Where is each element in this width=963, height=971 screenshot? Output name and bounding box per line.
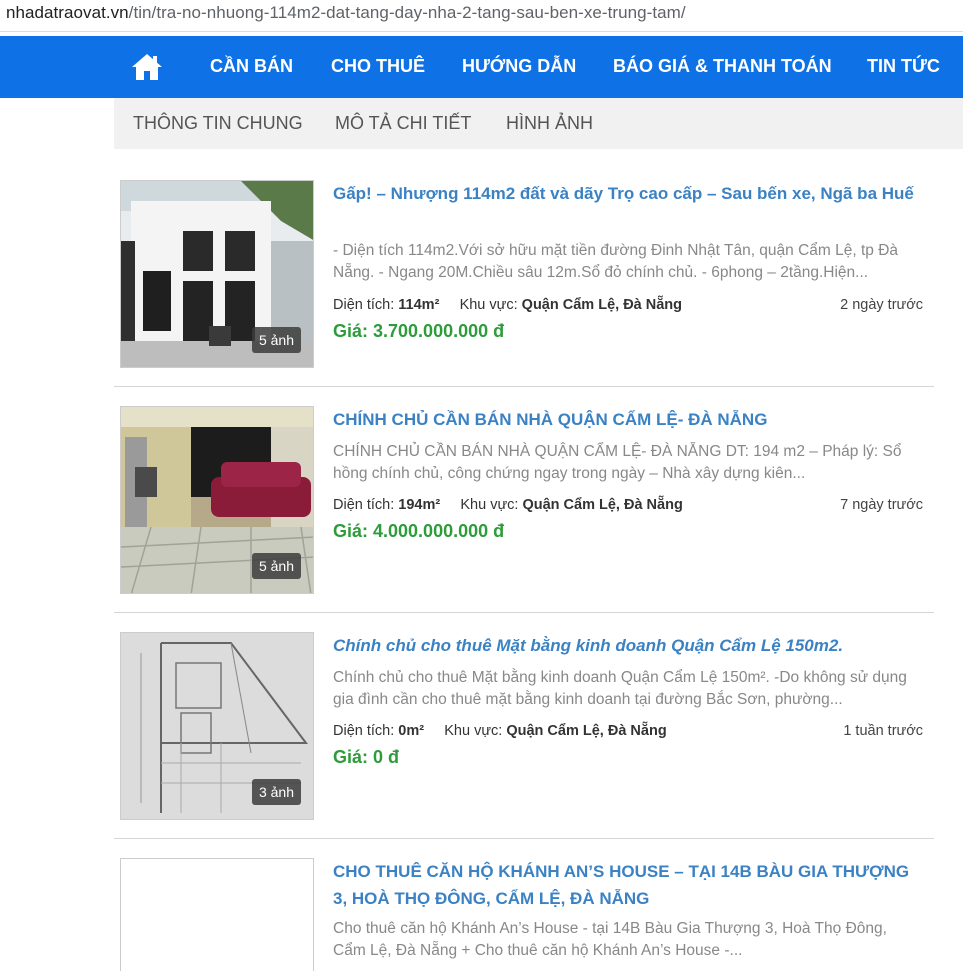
nav-can-ban[interactable]: CẦN BÁN <box>210 56 293 77</box>
listing-description: Cho thuê căn hộ Khánh An’s House - tại 1… <box>333 920 887 959</box>
tab-mo-ta-chi-tiet[interactable]: MÔ TẢ CHI TIẾT <box>335 113 471 134</box>
photo-count-badge: 5 ảnh <box>251 327 301 353</box>
area-label: Diện tích: <box>333 723 395 739</box>
listing-meta: Diện tích: 0m² Khu vực: Quận Cẩm Lệ, Đà … <box>333 723 923 739</box>
listing-meta: Diện tích: 194m² Khu vực: Quận Cẩm Lệ, Đ… <box>333 497 923 513</box>
main-nav: CẦN BÁN CHO THUÊ HƯỚNG DẪN BÁO GIÁ & THA… <box>0 36 963 98</box>
photo-count-badge: 3 ảnh <box>251 779 301 805</box>
area-value: 0m² <box>398 723 425 739</box>
listing-title[interactable]: Chính chủ cho thuê Mặt bằng kinh doanh Q… <box>333 632 923 659</box>
listing-meta: Diện tích: 114m² Khu vực: Quận Cẩm Lệ, Đ… <box>333 297 923 313</box>
nav-cho-thue[interactable]: CHO THUÊ <box>331 56 425 77</box>
listing-description: CHÍNH CHỦ CẦN BÁN NHÀ QUẬN CẨM LỆ- ĐÀ NẴ… <box>333 443 902 482</box>
listing-thumbnail[interactable] <box>120 858 314 971</box>
tab-thong-tin-chung[interactable]: THÔNG TIN CHUNG <box>133 113 303 134</box>
listing-item: 5 ảnh Gấp! – Nhượng 114m2 đất và dãy Trọ… <box>114 180 934 406</box>
area-value: 114m² <box>398 297 440 313</box>
address-bar[interactable]: nhadatraovat.vn/tin/tra-no-nhuong-114m2-… <box>0 0 963 32</box>
tab-hinh-anh[interactable]: HÌNH ẢNH <box>506 113 593 134</box>
area-label: Diện tích: <box>333 497 395 513</box>
home-icon[interactable] <box>130 52 164 82</box>
listing-title[interactable]: Gấp! – Nhượng 114m2 đất và dãy Trọ cao c… <box>333 180 923 234</box>
listing-item: 3 ảnh Chính chủ cho thuê Mặt bằng kinh d… <box>114 632 934 858</box>
region-label: Khu vực: <box>460 497 519 513</box>
listing-description: Chính chủ cho thuê Mặt bằng kinh doanh Q… <box>333 669 907 708</box>
area-value: 194m² <box>398 497 441 513</box>
nav-bao-gia-thanh-toan[interactable]: BÁO GIÁ & THANH TOÁN <box>613 56 832 77</box>
listing-description: - Diện tích 114m2.Với sở hữu mặt tiền đư… <box>333 242 899 281</box>
posted-time: 2 ngày trước <box>840 297 923 313</box>
url-text[interactable]: nhadatraovat.vn/tin/tra-no-nhuong-114m2-… <box>6 3 686 23</box>
region-value: Quận Cẩm Lệ, Đà Nẵng <box>521 297 683 313</box>
listing-divider <box>114 612 934 613</box>
photo-count-badge: 5 ảnh <box>251 553 301 579</box>
listing-divider <box>114 838 934 839</box>
listing-item: CHO THUÊ CĂN HỘ KHÁNH AN’S HOUSE – TẠI 1… <box>114 858 934 971</box>
region-label: Khu vực: <box>459 297 518 313</box>
area-label: Diện tích: <box>333 297 395 313</box>
sub-nav: THÔNG TIN CHUNG MÔ TẢ CHI TIẾT HÌNH ẢNH <box>114 98 963 149</box>
listing-item: 5 ảnh CHÍNH CHỦ CẦN BÁN NHÀ QUẬN CẨM LỆ-… <box>114 406 934 632</box>
listing-price: Giá: 0 đ <box>333 747 400 767</box>
listing-price: Giá: 4.000.000.000 đ <box>333 521 505 541</box>
nav-huong-dan[interactable]: HƯỚNG DẪN <box>462 56 576 77</box>
region-value: Quận Cẩm Lệ, Đà Nẵng <box>506 723 667 739</box>
url-domain: nhadatraovat.vn <box>6 3 129 22</box>
listing-thumbnail[interactable]: 5 ảnh <box>120 180 314 368</box>
listing-thumbnail[interactable]: 5 ảnh <box>120 406 314 594</box>
url-path: /tin/tra-no-nhuong-114m2-dat-tang-day-nh… <box>128 3 686 22</box>
listing-price: Giá: 3.700.000.000 đ <box>333 321 505 341</box>
posted-time: 7 ngày trước <box>840 497 923 513</box>
posted-time: 1 tuần trước <box>843 723 923 739</box>
region-label: Khu vực: <box>444 723 503 739</box>
listing-title[interactable]: CHÍNH CHỦ CẦN BÁN NHÀ QUẬN CẨM LỆ- ĐÀ NẴ… <box>333 406 923 433</box>
address-bar-divider <box>0 31 963 32</box>
listing-divider <box>114 386 934 387</box>
listing-title[interactable]: CHO THUÊ CĂN HỘ KHÁNH AN’S HOUSE – TẠI 1… <box>333 858 923 912</box>
listing-thumbnail[interactable]: 3 ảnh <box>120 632 314 820</box>
nav-tin-tuc[interactable]: TIN TỨC <box>867 56 940 77</box>
region-value: Quận Cẩm Lệ, Đà Nẵng <box>522 497 683 513</box>
